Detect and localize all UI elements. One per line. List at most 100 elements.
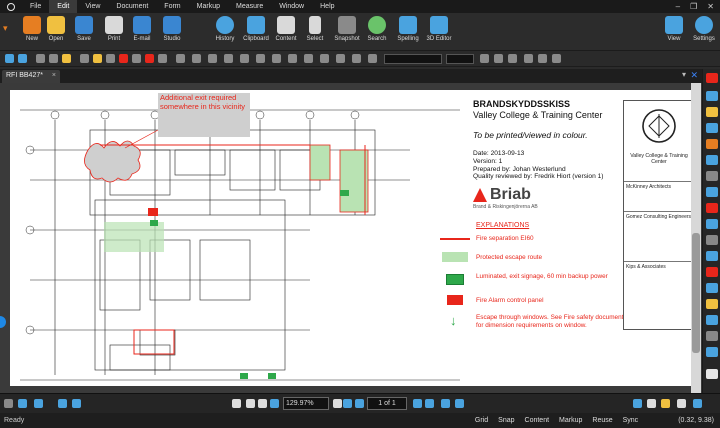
lightbulb-icon[interactable]	[661, 399, 670, 408]
align-icon[interactable]	[176, 54, 185, 63]
italic-icon[interactable]	[494, 54, 503, 63]
vertical-scrollbar[interactable]	[691, 83, 701, 393]
toggle-snap[interactable]: Snap	[498, 417, 514, 424]
menu-window[interactable]: Window	[271, 0, 312, 13]
app-logo-icon[interactable]	[0, 0, 22, 13]
redo-icon[interactable]	[18, 54, 27, 63]
close-window-button[interactable]: ✕	[707, 2, 714, 11]
undo-icon[interactable]	[5, 54, 14, 63]
fill-icon[interactable]	[208, 54, 217, 63]
tool-stamp-icon[interactable]	[706, 331, 718, 341]
bookmarks-icon[interactable]	[18, 399, 27, 408]
menu-measure[interactable]: Measure	[228, 0, 271, 13]
tool-pencil-icon[interactable]	[706, 123, 718, 133]
previous-page-icon[interactable]	[355, 399, 364, 408]
pen-icon[interactable]	[80, 54, 89, 63]
underline-icon[interactable]	[508, 54, 517, 63]
tool-polygon-icon[interactable]	[706, 235, 718, 245]
previous-view-icon[interactable]	[441, 399, 450, 408]
close-tab-icon[interactable]: ×	[52, 72, 56, 79]
text-tool-icon[interactable]	[132, 54, 141, 63]
cloud-icon[interactable]	[145, 54, 154, 63]
tool-cloud-icon[interactable]	[706, 203, 718, 213]
maximize-button[interactable]: ❐	[690, 2, 697, 11]
stamp-icon[interactable]	[288, 54, 297, 63]
studio-button[interactable]: Studio	[154, 15, 190, 49]
tool-callout-icon[interactable]	[706, 315, 718, 325]
properties-panel-icon[interactable]	[647, 399, 656, 408]
pattern-icon[interactable]	[224, 54, 233, 63]
callout-note[interactable]: Additional exit required somewhere in th…	[160, 93, 250, 111]
tool-text-icon[interactable]	[706, 283, 718, 293]
close-all-icon[interactable]: ✕	[690, 70, 698, 81]
sync-view-icon[interactable]	[72, 399, 81, 408]
align-center-icon[interactable]	[538, 54, 547, 63]
menu-file[interactable]: File	[22, 0, 49, 13]
tool-arrow-icon[interactable]	[706, 251, 718, 261]
shape-icon[interactable]	[119, 54, 128, 63]
tool-page-icon[interactable]	[706, 369, 718, 379]
menu-view[interactable]: View	[77, 0, 108, 13]
zoom-dropdown-icon[interactable]	[333, 399, 342, 408]
page-number-input[interactable]: 1 of 1	[367, 397, 407, 410]
menu-form[interactable]: Form	[156, 0, 188, 13]
arrowhead-icon[interactable]	[352, 54, 361, 63]
cut-icon[interactable]	[36, 54, 45, 63]
document-canvas[interactable]: Additional exit required somewhere in th…	[0, 83, 702, 393]
tool-note-icon[interactable]	[706, 299, 718, 309]
line-style-icon[interactable]	[368, 54, 377, 63]
line-icon[interactable]	[106, 54, 115, 63]
tool-ellipse-icon[interactable]	[706, 219, 718, 229]
tool-eraser-icon[interactable]	[706, 139, 718, 149]
panel-toggle-icon[interactable]	[706, 73, 718, 83]
toggle-content[interactable]: Content	[525, 417, 550, 424]
menu-document[interactable]: Document	[108, 0, 156, 13]
toggle-sync[interactable]: Sync	[623, 417, 639, 424]
zoom-icon[interactable]	[258, 399, 267, 408]
copy-icon[interactable]	[49, 54, 58, 63]
text-select-icon[interactable]	[270, 399, 279, 408]
thumbnails-icon[interactable]	[4, 399, 13, 408]
scrollbar-thumb[interactable]	[692, 233, 700, 353]
markup-list-icon[interactable]	[633, 399, 642, 408]
search-panel-icon[interactable]	[693, 399, 702, 408]
menu-edit[interactable]: Edit	[49, 0, 78, 13]
tool-pen-icon[interactable]	[706, 91, 718, 101]
minimize-button[interactable]: –	[676, 2, 680, 11]
layer-icon[interactable]	[256, 54, 265, 63]
callout-icon[interactable]	[158, 54, 167, 63]
toggle-grid[interactable]: Grid	[475, 417, 488, 424]
align-left-icon[interactable]	[524, 54, 533, 63]
next-page-icon[interactable]	[413, 399, 422, 408]
lock-icon[interactable]	[240, 54, 249, 63]
zoom-level-input[interactable]: 129.97%	[283, 397, 329, 410]
layers-panel-icon[interactable]	[677, 399, 686, 408]
3d-editor-button[interactable]: 3D Editor	[421, 15, 457, 49]
bold-icon[interactable]	[480, 54, 489, 63]
menu-markup[interactable]: Markup	[189, 0, 228, 13]
tool-highlighter-icon[interactable]	[706, 107, 718, 117]
tool-rectangle-icon[interactable]	[706, 187, 718, 197]
font-family-dropdown[interactable]	[384, 54, 442, 64]
split-view-icon[interactable]	[58, 399, 67, 408]
next-view-icon[interactable]	[455, 399, 464, 408]
group-icon[interactable]	[192, 54, 201, 63]
tab-list-icon[interactable]: ▾	[682, 70, 686, 79]
quick-menu-arrow-icon[interactable]: ▾	[3, 23, 8, 34]
tool-dimension-icon[interactable]	[706, 267, 718, 277]
tab-rfi-bb427[interactable]: RFI BB427* ×	[2, 70, 60, 83]
drawing-page[interactable]: Additional exit required somewhere in th…	[10, 90, 697, 386]
align-right-icon[interactable]	[552, 54, 561, 63]
font-size-dropdown[interactable]	[446, 54, 474, 64]
measure-icon[interactable]	[304, 54, 313, 63]
select-arrow-icon[interactable]	[246, 399, 255, 408]
first-page-icon[interactable]	[343, 399, 352, 408]
tool-image-icon[interactable]	[706, 347, 718, 357]
properties-icon[interactable]	[272, 54, 281, 63]
settings-button[interactable]: Settings	[686, 15, 720, 49]
menu-help[interactable]: Help	[312, 0, 342, 13]
pan-hand-icon[interactable]	[232, 399, 241, 408]
font-icon[interactable]	[336, 54, 345, 63]
highlighter-icon[interactable]	[93, 54, 102, 63]
toggle-reuse[interactable]: Reuse	[592, 417, 612, 424]
